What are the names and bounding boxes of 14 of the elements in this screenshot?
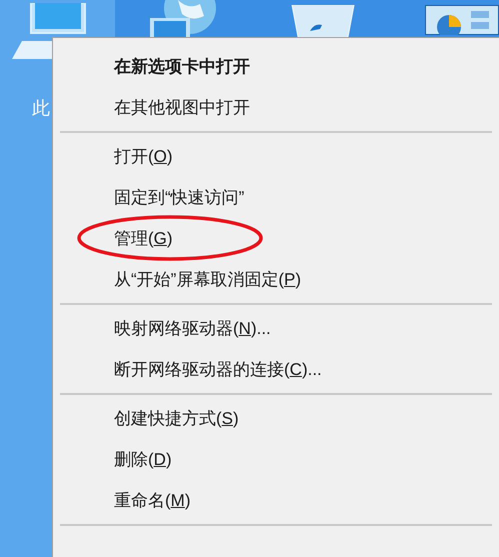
menu-item[interactable]: 固定到“快速访问”	[114, 189, 244, 206]
menu-item[interactable]: 在新选项卡中打开	[114, 58, 250, 75]
menu-item[interactable]: 从“开始”屏幕取消固定(P)	[114, 271, 301, 288]
menu-item[interactable]: 映射网络驱动器(N)...	[114, 320, 271, 337]
menu-item[interactable]: 重命名(M)	[114, 492, 191, 509]
menu-item[interactable]: 断开网络驱动器的连接(C)...	[114, 361, 322, 378]
menu-item[interactable]: 打开(O)	[114, 148, 173, 165]
menu-item[interactable]: 在其他视图中打开	[114, 99, 250, 116]
menu-item[interactable]: 删除(D)	[114, 451, 172, 468]
icon-label: 此	[32, 97, 50, 120]
app-icon[interactable]	[425, 5, 499, 35]
menu-item[interactable]: 创建快捷方式(S)	[114, 410, 239, 427]
menu-item[interactable]: 管理(G)	[114, 230, 173, 247]
recycle-bin-icon[interactable]	[290, 5, 356, 37]
